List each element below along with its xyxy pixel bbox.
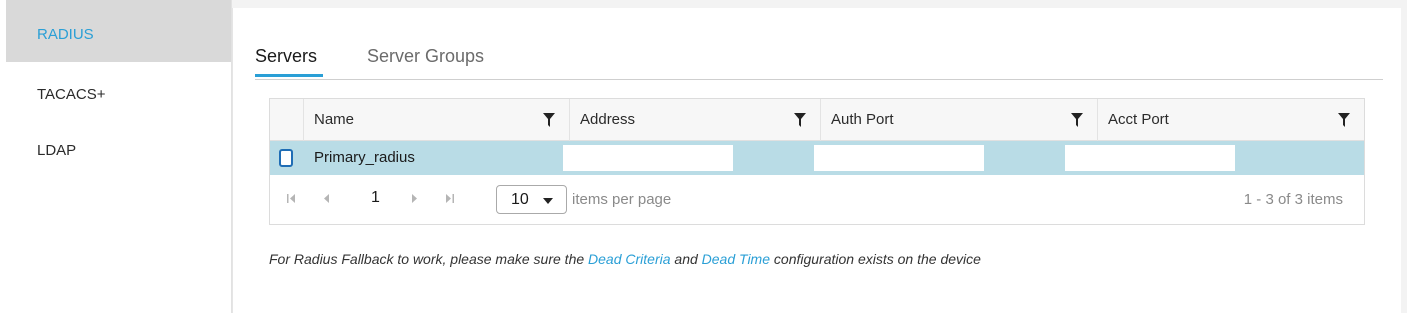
grid-pager: 1 10 items per page 1 - 3 of 3 items xyxy=(270,175,1364,224)
column-header-label: Acct Port xyxy=(1108,111,1169,128)
cell-address xyxy=(563,145,733,171)
sidebar-item-radius[interactable]: RADIUS xyxy=(6,0,231,62)
sidebar-item-label: LDAP xyxy=(37,142,77,159)
cell-name: Primary_radius xyxy=(314,149,415,166)
dead-criteria-link[interactable]: Dead Criteria xyxy=(588,251,670,267)
main-panel: Servers Server Groups Name Address Auth … xyxy=(232,8,1401,313)
sidebar-item-label: RADIUS xyxy=(37,26,94,43)
tab-servers[interactable]: Servers xyxy=(255,46,323,77)
sidebar-item-tacacs[interactable]: TACACS+ xyxy=(0,62,231,118)
column-header-label: Address xyxy=(580,111,636,128)
table-row[interactable]: Primary_radius xyxy=(270,141,1364,175)
page-size-value: 10 xyxy=(511,191,529,208)
filter-icon[interactable] xyxy=(794,113,806,127)
tab-server-groups[interactable]: Server Groups xyxy=(367,46,484,67)
sidebar: RADIUS TACACS+ LDAP xyxy=(0,0,232,313)
column-header-address[interactable]: Address xyxy=(569,99,820,141)
note-prefix: For Radius Fallback to work, please make… xyxy=(269,251,585,267)
prev-page-icon[interactable] xyxy=(323,194,330,203)
note-suffix: configuration exists on the device xyxy=(773,251,981,267)
page-size-select[interactable]: 10 xyxy=(496,185,567,214)
last-page-icon[interactable] xyxy=(445,194,454,203)
filter-icon[interactable] xyxy=(543,113,555,127)
cell-auth-port xyxy=(814,145,984,171)
filter-icon[interactable] xyxy=(1071,113,1083,127)
row-checkbox[interactable] xyxy=(279,149,293,167)
note-middle: and xyxy=(674,251,698,267)
items-per-page-label: items per page xyxy=(572,191,672,208)
fallback-note: For Radius Fallback to work, please make… xyxy=(269,251,981,267)
chevron-down-icon xyxy=(543,198,553,204)
tab-bar: Servers Server Groups xyxy=(255,44,1383,80)
column-header-acct-port[interactable]: Acct Port xyxy=(1097,99,1364,141)
sidebar-item-ldap[interactable]: LDAP xyxy=(0,118,231,174)
column-header-label: Name xyxy=(314,111,355,128)
column-header-auth-port[interactable]: Auth Port xyxy=(820,99,1097,141)
items-count: 1 - 3 of 3 items xyxy=(1243,191,1343,208)
column-header-label: Auth Port xyxy=(831,111,894,128)
cell-acct-port xyxy=(1065,145,1235,171)
servers-grid: Name Address Auth Port Acct Port Primary… xyxy=(269,98,1365,225)
filter-icon[interactable] xyxy=(1338,113,1350,127)
grid-header: Name Address Auth Port Acct Port xyxy=(270,99,1364,141)
dead-time-link[interactable]: Dead Time xyxy=(702,251,770,267)
current-page-number[interactable]: 1 xyxy=(371,189,380,207)
sidebar-item-label: TACACS+ xyxy=(37,86,106,103)
next-page-icon[interactable] xyxy=(411,194,418,203)
column-header-name[interactable]: Name xyxy=(303,99,569,141)
first-page-icon[interactable] xyxy=(287,194,296,203)
